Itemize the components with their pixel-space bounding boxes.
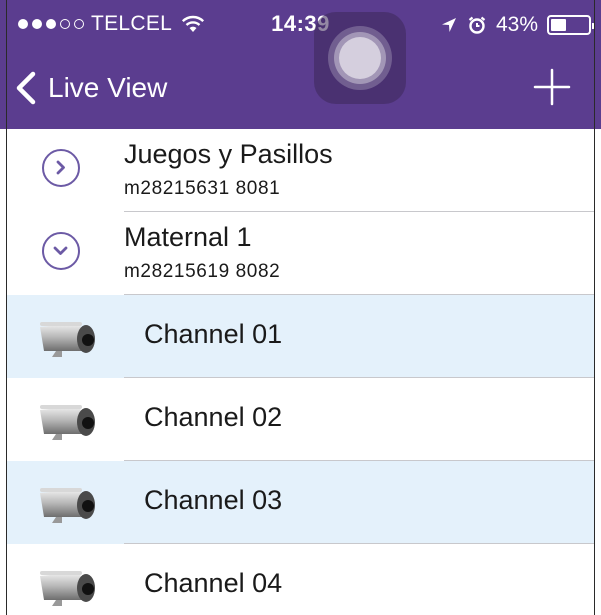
channel-label: Channel 03	[144, 485, 283, 515]
channel-label: Channel 02	[144, 402, 283, 432]
channel-label: Channel 01	[144, 319, 283, 349]
camera-icon	[40, 488, 95, 523]
battery-nub	[592, 23, 595, 29]
battery-percent: 43%	[495, 13, 538, 36]
channel-row[interactable]: Channel 03	[6, 461, 595, 544]
assistive-touch-button[interactable]	[314, 12, 406, 104]
alarm-clock-icon	[468, 16, 486, 34]
camera-icon	[40, 571, 95, 606]
navigation-bar: Live View	[0, 52, 601, 129]
device-detail: m28215631 8081	[124, 178, 281, 199]
back-button[interactable]: Live View	[14, 70, 167, 106]
device-list: Juegos y Pasillos m28215631 8081 Materna…	[6, 129, 595, 615]
camera-icon	[40, 405, 95, 440]
device-row[interactable]: Juegos y Pasillos m28215631 8081	[6, 129, 595, 212]
chevron-down-icon[interactable]	[42, 232, 80, 270]
back-button-label: Live View	[48, 72, 168, 103]
device-name: Maternal 1	[124, 222, 252, 252]
chevron-left-icon	[16, 71, 36, 105]
channel-label: Channel 04	[144, 568, 283, 598]
status-right: 43%	[440, 13, 595, 37]
plus-icon[interactable]	[531, 66, 573, 108]
battery-level	[551, 19, 566, 31]
camera-icon	[40, 322, 95, 357]
assistive-touch-ring	[339, 37, 381, 79]
channel-row[interactable]: Channel 02	[6, 378, 595, 461]
channel-row[interactable]: Channel 01	[6, 295, 595, 378]
device-detail: m28215619 8082	[124, 261, 281, 282]
device-row[interactable]: Maternal 1 m28215619 8082	[6, 212, 595, 295]
device-name: Juegos y Pasillos	[124, 139, 333, 169]
location-arrow-icon	[441, 18, 456, 32]
channel-row[interactable]: Channel 04	[6, 544, 595, 615]
battery-icon	[547, 15, 595, 35]
status-bar: TELCEL 14:39 43%	[0, 0, 601, 52]
chevron-right-icon[interactable]	[42, 149, 80, 187]
